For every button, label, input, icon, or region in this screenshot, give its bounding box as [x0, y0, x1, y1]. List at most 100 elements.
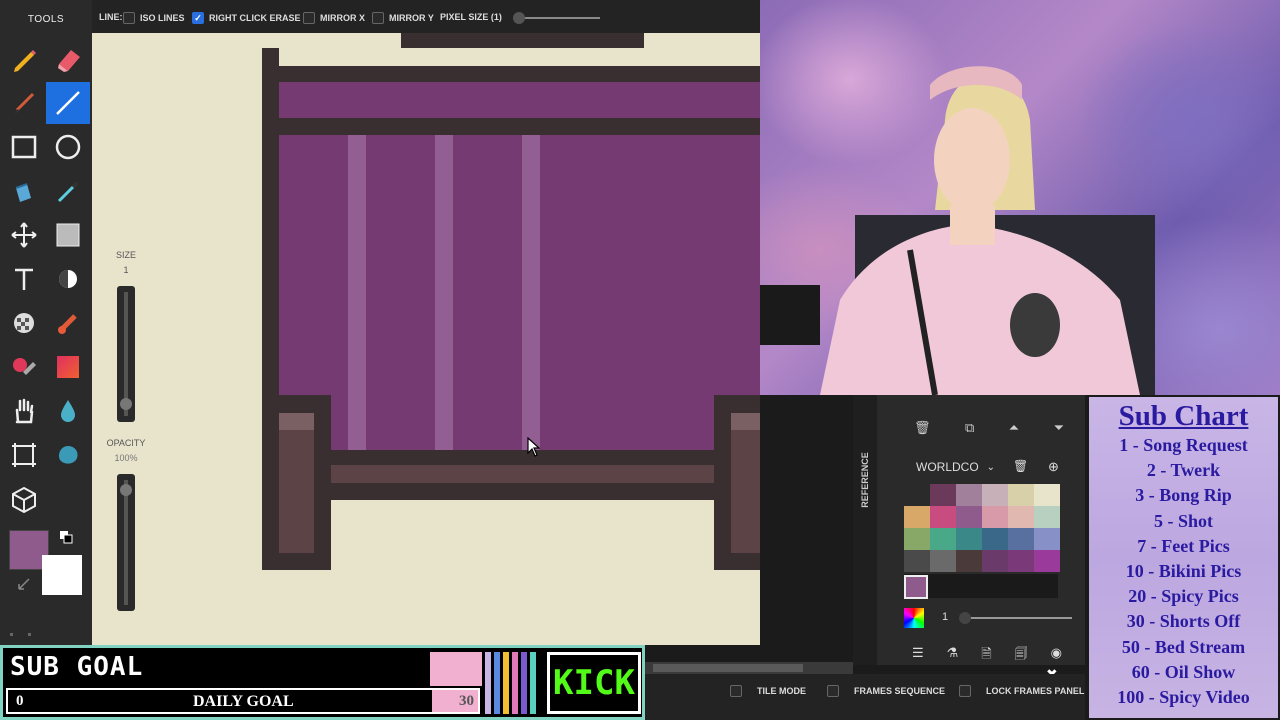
palette-swatch[interactable] [956, 484, 982, 506]
palette-swatch[interactable] [982, 484, 1008, 506]
size-slider-knob[interactable] [120, 398, 132, 410]
palette-selector[interactable]: WORLDCO ⌄ [916, 460, 995, 474]
frames-sequence-checkbox[interactable] [827, 685, 839, 697]
blur-tool[interactable] [46, 390, 90, 432]
pattern-tool[interactable] [2, 302, 46, 344]
goal-current: 0 [16, 693, 24, 709]
palette-swatch[interactable] [930, 550, 956, 572]
palette-swatch[interactable] [930, 528, 956, 550]
text-tool[interactable] [2, 258, 46, 300]
tile-mode-option[interactable]: TILE MODE [730, 685, 806, 697]
palette-swatch[interactable] [982, 550, 1008, 572]
stamp-tool[interactable] [46, 302, 90, 344]
pixel-size-slider-knob[interactable] [513, 12, 525, 24]
line-tool[interactable] [46, 82, 90, 124]
palette-opacity-slider[interactable] [959, 612, 1072, 624]
palette-swatch[interactable] [1034, 506, 1060, 528]
toolbar-handle[interactable] [10, 625, 80, 636]
palette-swatch[interactable] [1008, 550, 1034, 572]
pixel-size-slider[interactable] [513, 12, 600, 24]
mirror-x-checkbox[interactable] [303, 12, 315, 24]
horizontal-scrollbar[interactable] [645, 662, 853, 674]
pencil-tool[interactable] [2, 38, 46, 80]
sub-chart-list: 1 - Song Request 2 - Twerk 3 - Bong Rip 5 -… [1089, 433, 1278, 710]
shade-tool[interactable] [46, 258, 90, 300]
file-copy-icon[interactable]: 🗐 [1015, 645, 1028, 667]
scrollbar-thumb[interactable] [653, 664, 803, 672]
move-tool[interactable] [2, 214, 46, 256]
lock-frames-option[interactable]: LOCK FRAMES PANEL [959, 685, 1084, 697]
palette-swatch[interactable] [956, 506, 982, 528]
dither-tool[interactable] [46, 214, 90, 256]
move-down-icon[interactable]: ⏷ [1054, 420, 1064, 438]
rectangle-tool[interactable] [2, 126, 46, 168]
mirror-x-option[interactable]: MIRROR X [303, 12, 365, 24]
swap-colors-icon[interactable] [59, 530, 73, 544]
lock-frames-checkbox[interactable] [959, 685, 971, 697]
flask-icon[interactable]: ⚗ [947, 645, 959, 667]
drawing-canvas[interactable] [92, 33, 760, 645]
select-tool[interactable] [2, 434, 46, 476]
palette-opacity-value: 1 [942, 611, 949, 623]
sub-chart-item: 7 - Feet Pics [1137, 535, 1230, 556]
gradient-tool[interactable] [46, 346, 90, 388]
trash-icon[interactable]: 🗑 [914, 420, 931, 438]
delete-palette-icon[interactable]: 🗑 [1013, 459, 1028, 473]
palette-swatch[interactable] [1008, 506, 1034, 528]
palette-swatch[interactable] [1034, 528, 1060, 550]
palette-swatch[interactable] [956, 550, 982, 572]
mirror-x-label: MIRROR X [320, 13, 365, 23]
move-up-icon[interactable]: ⏶ [1009, 420, 1019, 438]
duplicate-icon[interactable]: ⧉ [965, 420, 974, 438]
add-palette-icon[interactable]: ⊕ [1048, 459, 1059, 475]
iso-lines-checkbox[interactable] [123, 12, 135, 24]
right-click-erase-checkbox[interactable]: ✓ [192, 12, 204, 24]
eraser-tool[interactable] [46, 38, 90, 80]
palette-swatch[interactable] [1008, 528, 1034, 550]
right-click-erase-label: RIGHT CLICK ERASE [209, 13, 301, 23]
size-slider[interactable] [117, 286, 135, 422]
opacity-slider[interactable] [117, 474, 135, 611]
mirror-y-option[interactable]: MIRROR Y [372, 12, 434, 24]
list-icon[interactable]: ☰ [912, 645, 924, 667]
selected-palette-color[interactable] [904, 575, 928, 599]
settings-icon[interactable]: ◉ [1051, 645, 1062, 667]
right-click-erase-option[interactable]: ✓ RIGHT CLICK ERASE [192, 12, 301, 24]
hand-tool[interactable] [2, 390, 46, 432]
palette-swatch[interactable] [904, 550, 930, 572]
color-wheel-icon[interactable] [904, 608, 924, 628]
palette-swatch[interactable] [1008, 484, 1034, 506]
frames-sequence-option[interactable]: FRAMES SEQUENCE [827, 685, 945, 697]
palette-opacity-knob[interactable] [959, 612, 971, 624]
color-replace-tool[interactable] [2, 346, 46, 388]
palette-swatch[interactable] [1034, 484, 1060, 506]
file-icon[interactable]: 🗎 [981, 645, 991, 667]
iso-lines-option[interactable]: ISO LINES [123, 12, 185, 24]
frames-footer: TILE MODE FRAMES SEQUENCE LOCK FRAMES PA… [645, 674, 1085, 720]
palette-swatch[interactable] [904, 484, 930, 506]
secondary-color-swatch[interactable] [42, 555, 82, 595]
eyedropper-tool[interactable] [46, 170, 90, 212]
lasso-tool[interactable] [46, 434, 90, 476]
palette-swatch[interactable] [1034, 550, 1060, 572]
fill-tool[interactable] [2, 170, 46, 212]
reset-colors-icon[interactable] [16, 576, 32, 592]
shade-icon [59, 270, 77, 288]
palette-swatch[interactable] [904, 506, 930, 528]
opacity-slider-knob[interactable] [120, 484, 132, 496]
palette-swatch[interactable] [982, 528, 1008, 550]
sub-goal-title: SUB GOAL [10, 652, 144, 682]
palette-swatch[interactable] [930, 506, 956, 528]
palette-swatch[interactable] [982, 506, 1008, 528]
iso-lines-label: ISO LINES [140, 13, 185, 23]
brush-tool[interactable] [2, 82, 46, 124]
goal-decor-pink [430, 652, 482, 686]
palette-swatch[interactable] [956, 528, 982, 550]
tile-mode-checkbox[interactable] [730, 685, 742, 697]
3d-tool[interactable] [2, 478, 46, 520]
ellipse-tool[interactable] [46, 126, 90, 168]
palette-swatch[interactable] [904, 528, 930, 550]
reference-tab[interactable]: REFERENCE [857, 435, 873, 525]
mirror-y-checkbox[interactable] [372, 12, 384, 24]
palette-swatch[interactable] [930, 484, 956, 506]
